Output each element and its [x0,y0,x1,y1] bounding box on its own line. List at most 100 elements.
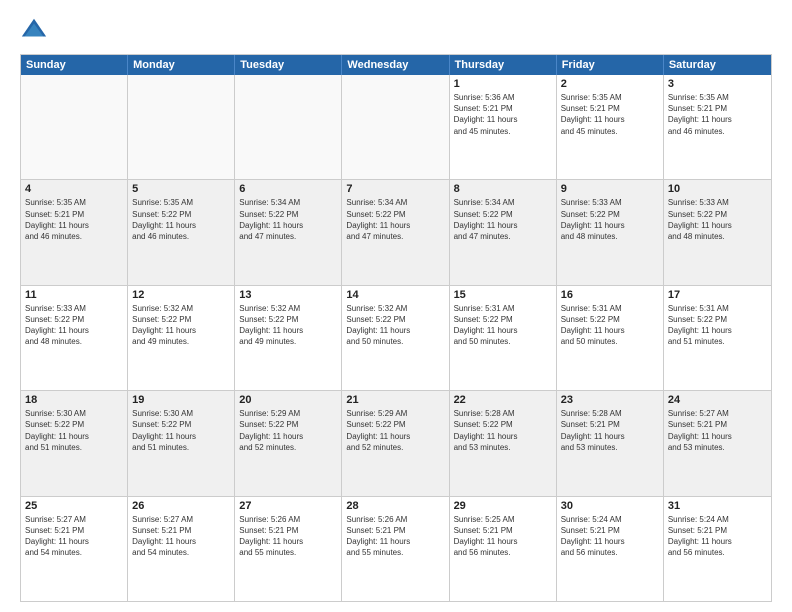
day-detail: Sunrise: 5:32 AM Sunset: 5:22 PM Dayligh… [346,303,444,348]
cal-cell-day-24: 24Sunrise: 5:27 AM Sunset: 5:21 PM Dayli… [664,391,771,495]
cal-week-3: 11 Sunrise: 5:33 AM Sunset: 5:22 PM Dayli… [21,286,771,391]
day-detail: Sunrise: 5:27 AM Sunset: 5:21 PM Dayligh… [668,408,767,453]
day-detail: Sunrise: 5:24 AM Sunset: 5:21 PM Dayligh… [561,514,659,559]
day-number: 7 [346,183,444,195]
cal-cell-day-17: 17 Sunrise: 5:31 AM Sunset: 5:22 PM Dayli… [664,286,771,390]
cal-week-4: 18 Sunrise: 5:30 AM Sunset: 5:22 PM Dayli… [21,391,771,496]
day-number: 31 [668,500,767,512]
logo-icon [20,16,48,44]
day-number: 8 [454,183,552,195]
day-detail: Sunrise: 5:36 AM Sunset: 5:21 PM Dayligh… [454,92,552,137]
cal-cell-empty [128,75,235,179]
day-detail: Sunrise: 5:25 AM Sunset: 5:21 PM Dayligh… [454,514,552,559]
day-number: 9 [561,183,659,195]
day-number: 17 [668,289,767,301]
day-number: 5 [132,183,230,195]
cal-cell-day-3: 3Sunrise: 5:35 AM Sunset: 5:21 PM Daylig… [664,75,771,179]
page: SundayMondayTuesdayWednesdayThursdayFrid… [0,0,792,612]
logo [20,16,52,44]
cal-week-5: 25Sunrise: 5:27 AM Sunset: 5:21 PM Dayli… [21,497,771,601]
cal-cell-day-10: 10 Sunrise: 5:33 AM Sunset: 5:22 PM Dayli… [664,180,771,284]
day-number: 30 [561,500,659,512]
day-number: 6 [239,183,337,195]
cal-cell-day-8: 8 Sunrise: 5:34 AM Sunset: 5:22 PM Daylig… [450,180,557,284]
cal-cell-day-27: 27Sunrise: 5:26 AM Sunset: 5:21 PM Dayli… [235,497,342,601]
day-detail: Sunrise: 5:28 AM Sunset: 5:22 PM Dayligh… [454,408,552,453]
cal-cell-day-1: 1 Sunrise: 5:36 AM Sunset: 5:21 PM Daylig… [450,75,557,179]
cal-cell-day-31: 31 Sunrise: 5:24 AM Sunset: 5:21 PM Dayli… [664,497,771,601]
cal-cell-day-15: 15 Sunrise: 5:31 AM Sunset: 5:22 PM Dayli… [450,286,557,390]
cal-cell-day-19: 19 Sunrise: 5:30 AM Sunset: 5:22 PM Dayli… [128,391,235,495]
day-detail: Sunrise: 5:33 AM Sunset: 5:22 PM Dayligh… [668,197,767,242]
day-detail: Sunrise: 5:32 AM Sunset: 5:22 PM Dayligh… [132,303,230,348]
day-detail: Sunrise: 5:31 AM Sunset: 5:22 PM Dayligh… [668,303,767,348]
cal-cell-day-2: 2Sunrise: 5:35 AM Sunset: 5:21 PM Daylig… [557,75,664,179]
header-day-tuesday: Tuesday [235,55,342,75]
cal-cell-day-28: 28 Sunrise: 5:26 AM Sunset: 5:21 PM Dayli… [342,497,449,601]
cal-cell-day-6: 6 Sunrise: 5:34 AM Sunset: 5:22 PM Daylig… [235,180,342,284]
cal-cell-day-7: 7 Sunrise: 5:34 AM Sunset: 5:22 PM Daylig… [342,180,449,284]
day-detail: Sunrise: 5:30 AM Sunset: 5:22 PM Dayligh… [25,408,123,453]
day-number: 10 [668,183,767,195]
cal-cell-day-20: 20 Sunrise: 5:29 AM Sunset: 5:22 PM Dayli… [235,391,342,495]
cal-cell-day-5: 5 Sunrise: 5:35 AM Sunset: 5:22 PM Daylig… [128,180,235,284]
day-detail: Sunrise: 5:26 AM Sunset: 5:21 PM Dayligh… [346,514,444,559]
day-number: 14 [346,289,444,301]
cal-cell-day-25: 25Sunrise: 5:27 AM Sunset: 5:21 PM Dayli… [21,497,128,601]
day-detail: Sunrise: 5:33 AM Sunset: 5:22 PM Dayligh… [25,303,123,348]
day-detail: Sunrise: 5:30 AM Sunset: 5:22 PM Dayligh… [132,408,230,453]
day-number: 29 [454,500,552,512]
cal-cell-empty [235,75,342,179]
day-detail: Sunrise: 5:29 AM Sunset: 5:22 PM Dayligh… [239,408,337,453]
day-detail: Sunrise: 5:24 AM Sunset: 5:21 PM Dayligh… [668,514,767,559]
cal-cell-day-21: 21Sunrise: 5:29 AM Sunset: 5:22 PM Dayli… [342,391,449,495]
day-number: 19 [132,394,230,406]
cal-cell-day-26: 26Sunrise: 5:27 AM Sunset: 5:21 PM Dayli… [128,497,235,601]
cal-cell-empty [21,75,128,179]
day-detail: Sunrise: 5:31 AM Sunset: 5:22 PM Dayligh… [454,303,552,348]
day-detail: Sunrise: 5:27 AM Sunset: 5:21 PM Dayligh… [132,514,230,559]
day-detail: Sunrise: 5:35 AM Sunset: 5:21 PM Dayligh… [25,197,123,242]
day-number: 15 [454,289,552,301]
header [20,16,772,44]
day-number: 28 [346,500,444,512]
day-detail: Sunrise: 5:34 AM Sunset: 5:22 PM Dayligh… [454,197,552,242]
day-detail: Sunrise: 5:34 AM Sunset: 5:22 PM Dayligh… [346,197,444,242]
day-number: 1 [454,78,552,90]
day-detail: Sunrise: 5:34 AM Sunset: 5:22 PM Dayligh… [239,197,337,242]
cal-cell-day-29: 29 Sunrise: 5:25 AM Sunset: 5:21 PM Dayli… [450,497,557,601]
day-detail: Sunrise: 5:27 AM Sunset: 5:21 PM Dayligh… [25,514,123,559]
cal-cell-empty [342,75,449,179]
calendar: SundayMondayTuesdayWednesdayThursdayFrid… [20,54,772,602]
day-number: 13 [239,289,337,301]
day-number: 23 [561,394,659,406]
cal-cell-day-11: 11 Sunrise: 5:33 AM Sunset: 5:22 PM Dayli… [21,286,128,390]
cal-cell-day-23: 23 Sunrise: 5:28 AM Sunset: 5:21 PM Dayli… [557,391,664,495]
cal-cell-day-16: 16 Sunrise: 5:31 AM Sunset: 5:22 PM Dayli… [557,286,664,390]
cal-cell-day-13: 13 Sunrise: 5:32 AM Sunset: 5:22 PM Dayli… [235,286,342,390]
day-detail: Sunrise: 5:32 AM Sunset: 5:22 PM Dayligh… [239,303,337,348]
cal-cell-day-18: 18 Sunrise: 5:30 AM Sunset: 5:22 PM Dayli… [21,391,128,495]
day-detail: Sunrise: 5:31 AM Sunset: 5:22 PM Dayligh… [561,303,659,348]
calendar-header: SundayMondayTuesdayWednesdayThursdayFrid… [21,55,771,75]
day-number: 22 [454,394,552,406]
day-number: 18 [25,394,123,406]
cal-cell-day-30: 30 Sunrise: 5:24 AM Sunset: 5:21 PM Dayli… [557,497,664,601]
day-detail: Sunrise: 5:28 AM Sunset: 5:21 PM Dayligh… [561,408,659,453]
header-day-wednesday: Wednesday [342,55,449,75]
day-number: 20 [239,394,337,406]
day-detail: Sunrise: 5:35 AM Sunset: 5:22 PM Dayligh… [132,197,230,242]
day-number: 12 [132,289,230,301]
day-number: 2 [561,78,659,90]
header-day-sunday: Sunday [21,55,128,75]
day-number: 16 [561,289,659,301]
header-day-monday: Monday [128,55,235,75]
calendar-body: 1 Sunrise: 5:36 AM Sunset: 5:21 PM Daylig… [21,75,771,601]
cal-cell-day-4: 4Sunrise: 5:35 AM Sunset: 5:21 PM Daylig… [21,180,128,284]
header-day-friday: Friday [557,55,664,75]
cal-cell-day-22: 22 Sunrise: 5:28 AM Sunset: 5:22 PM Dayli… [450,391,557,495]
cal-week-1: 1 Sunrise: 5:36 AM Sunset: 5:21 PM Daylig… [21,75,771,180]
day-detail: Sunrise: 5:33 AM Sunset: 5:22 PM Dayligh… [561,197,659,242]
day-number: 11 [25,289,123,301]
cal-cell-day-9: 9 Sunrise: 5:33 AM Sunset: 5:22 PM Daylig… [557,180,664,284]
